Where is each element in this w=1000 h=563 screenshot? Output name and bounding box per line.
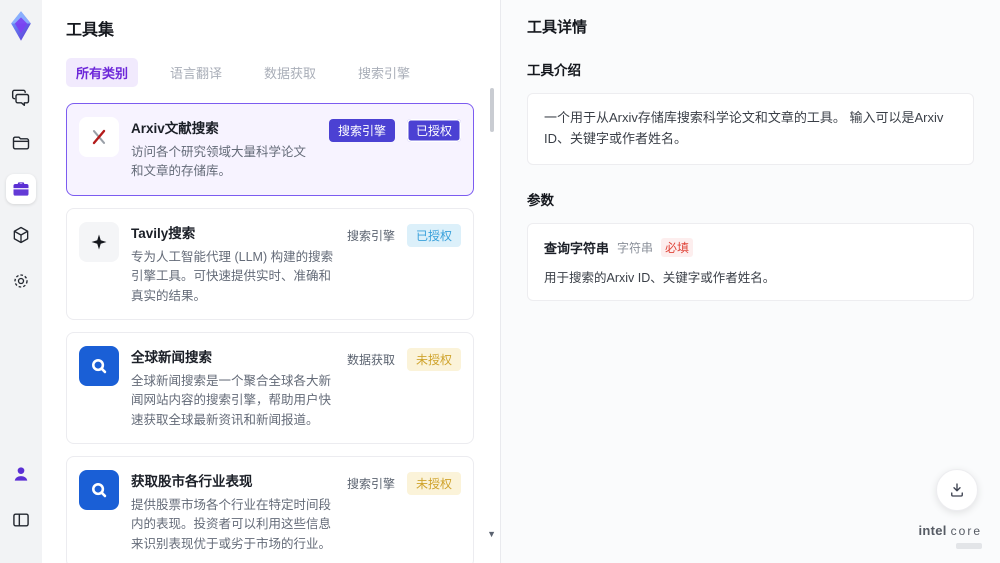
tool-detail-panel: 工具详情 工具介绍 一个用于从Arxiv存储库搜索科学论文和文章的工具。 输入可… bbox=[500, 0, 1000, 563]
page-title: 工具集 bbox=[66, 22, 115, 39]
tool-card-body: 获取股市各行业表现 提供股票市场各个行业在特定时间段内的表现。投资者可以利用这些… bbox=[131, 470, 335, 554]
sidebar-item-files[interactable] bbox=[6, 128, 36, 158]
tool-tags: 搜索引擎 未授权 bbox=[347, 470, 461, 495]
auth-status-badge: 未授权 bbox=[406, 472, 461, 495]
detail-title: 工具详情 bbox=[527, 19, 588, 36]
tab-language-translation[interactable]: 语言翻译 bbox=[160, 58, 232, 87]
brand-text: intel core bbox=[918, 523, 982, 538]
download-button[interactable] bbox=[936, 469, 978, 511]
param-card: 查询字符串 字符串 必填 用于搜索的Arxiv ID、关键字或作者姓名。 bbox=[527, 222, 974, 301]
auth-status-badge: 未授权 bbox=[406, 347, 461, 371]
tab-search-engine[interactable]: 搜索引擎 bbox=[348, 58, 420, 87]
tool-description: 提供股票市场各个行业在特定时间段内的表现。投资者可以利用这些信息来识别表现优于或… bbox=[131, 498, 332, 551]
list-scrollbar[interactable]: ▼ bbox=[487, 88, 496, 557]
folder-icon bbox=[12, 136, 30, 150]
tool-name: 获取股市各行业表现 bbox=[131, 474, 253, 489]
search-q-icon bbox=[79, 470, 119, 510]
tool-list: Arxiv文献搜索 访问各个研究领域大量科学论文和文章的存储库。 搜索引擎 已授… bbox=[66, 103, 492, 563]
tool-description: 全球新闻搜索是一个聚合全球各大新闻网站内容的搜索引擎，帮助用户快速获取全球最新资… bbox=[131, 373, 332, 427]
tool-card-body: Arxiv文献搜索 访问各个研究领域大量科学论文和文章的存储库。 bbox=[131, 117, 317, 182]
tab-all-categories[interactable]: 所有类别 bbox=[66, 58, 139, 87]
tool-name: Tavily搜索 bbox=[131, 225, 196, 241]
category-label: 搜索引擎 bbox=[346, 477, 395, 491]
sidebar-item-chat[interactable] bbox=[6, 82, 36, 112]
toolbox-icon bbox=[13, 182, 29, 196]
intel-core-logo: intel core bbox=[918, 522, 982, 549]
sidebar-item-settings[interactable] bbox=[6, 266, 36, 296]
auth-status-badge: 已授权 bbox=[406, 223, 461, 247]
user-icon bbox=[14, 467, 28, 481]
tavily-star-icon bbox=[79, 221, 119, 262]
category-label: 搜索引擎 bbox=[346, 228, 395, 243]
tool-description: 专为人工智能代理 (LLM) 构建的搜索引擎工具。可快速提供实时、准确和真实的结… bbox=[131, 249, 334, 303]
tool-card-body: 全球新闻搜索 全球新闻搜索是一个聚合全球各大新闻网站内容的搜索引擎，帮助用户快速… bbox=[131, 346, 335, 430]
sidebar-item-models[interactable] bbox=[6, 220, 36, 250]
sidebar-item-user[interactable] bbox=[6, 459, 36, 489]
tool-name: Arxiv文献搜索 bbox=[131, 121, 219, 136]
brand-subtext-bar bbox=[956, 543, 982, 549]
category-tabs: 所有类别 语言翻译 数据获取 搜索引擎 bbox=[66, 58, 492, 87]
category-badge: 搜索引擎 bbox=[328, 119, 395, 142]
tool-name: 全球新闻搜索 bbox=[131, 349, 212, 365]
intro-heading: 工具介绍 bbox=[527, 63, 581, 78]
tool-card-arxiv[interactable]: Arxiv文献搜索 访问各个研究领域大量科学论文和文章的存储库。 搜索引擎 已授… bbox=[66, 103, 474, 196]
sidebar-item-collapse[interactable] bbox=[6, 505, 36, 535]
param-required-badge: 必填 bbox=[661, 237, 694, 257]
panel-layout-icon bbox=[13, 513, 29, 527]
tool-tags: 搜索引擎 已授权 bbox=[347, 222, 461, 247]
params-heading: 参数 bbox=[527, 192, 554, 208]
param-head: 查询字符串 字符串 必填 bbox=[544, 237, 957, 257]
tool-tags: 数据获取 未授权 bbox=[347, 346, 461, 371]
cube-icon bbox=[13, 226, 29, 244]
tool-card-global-news[interactable]: 全球新闻搜索 全球新闻搜索是一个聚合全球各大新闻网站内容的搜索引擎，帮助用户快速… bbox=[66, 331, 474, 444]
sidebar-item-tools[interactable] bbox=[6, 174, 36, 204]
arxiv-logo-icon bbox=[79, 117, 119, 157]
search-q-icon bbox=[79, 345, 119, 386]
app-logo-icon bbox=[11, 11, 31, 41]
intro-text: 一个用于从Arxiv存储库搜索科学论文和文章的工具。 输入可以是Arxiv ID… bbox=[544, 110, 944, 146]
intro-card: 一个用于从Arxiv存储库搜索科学论文和文章的工具。 输入可以是Arxiv ID… bbox=[527, 93, 974, 165]
scrollbar-down-arrow-icon[interactable]: ▼ bbox=[487, 529, 496, 539]
param-name: 查询字符串 bbox=[544, 240, 610, 256]
left-sidebar bbox=[0, 0, 42, 563]
download-icon bbox=[951, 483, 963, 497]
tool-tags: 搜索引擎 已授权 bbox=[328, 117, 461, 142]
tool-card-body: Tavily搜索 专为人工智能代理 (LLM) 构建的搜索引擎工具。可快速提供实… bbox=[131, 222, 335, 306]
tool-card-tavily[interactable]: Tavily搜索 专为人工智能代理 (LLM) 构建的搜索引擎工具。可快速提供实… bbox=[66, 207, 474, 320]
category-label: 数据获取 bbox=[346, 352, 395, 367]
tab-data-acquisition[interactable]: 数据获取 bbox=[254, 58, 326, 87]
tool-card-stock-industry[interactable]: 获取股市各行业表现 提供股票市场各个行业在特定时间段内的表现。投资者可以利用这些… bbox=[66, 456, 474, 563]
param-type: 字符串 bbox=[617, 240, 654, 255]
auth-status-badge: 已授权 bbox=[406, 119, 461, 142]
scrollbar-thumb[interactable] bbox=[490, 88, 494, 132]
tool-list-panel: 工具集 所有类别 语言翻译 数据获取 搜索引擎 Arxiv文献搜索 访问各个研究… bbox=[42, 0, 500, 563]
param-description: 用于搜索的Arxiv ID、关键字或作者姓名。 bbox=[544, 270, 776, 285]
chat-icon bbox=[11, 89, 30, 107]
tool-description: 访问各个研究领域大量科学论文和文章的存储库。 bbox=[131, 145, 307, 179]
gear-icon bbox=[14, 274, 28, 288]
